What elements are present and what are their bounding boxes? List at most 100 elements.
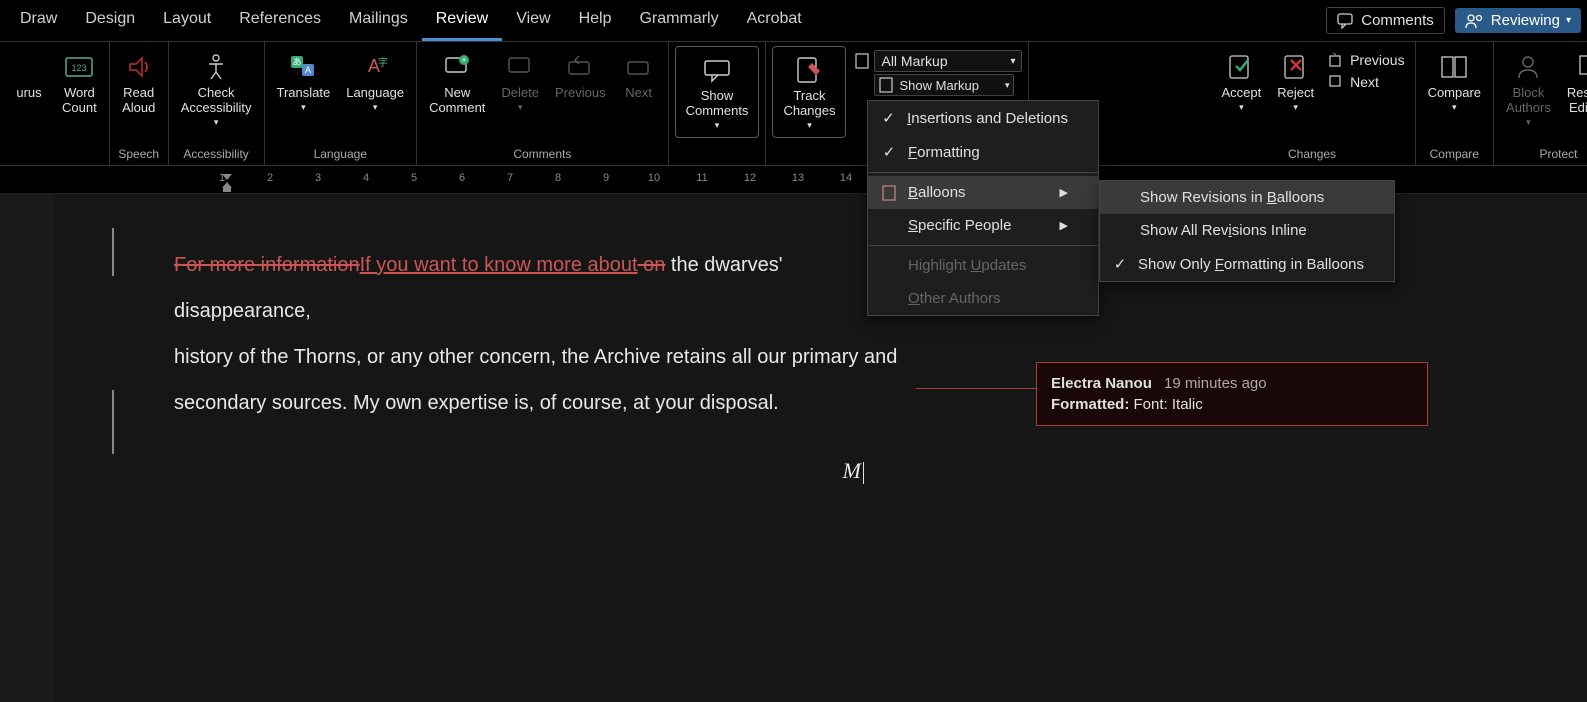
group-label-speech: Speech [116,145,162,163]
chevron-down-icon: ▾ [1293,102,1298,113]
next-change-button[interactable]: Next [1328,74,1404,90]
chevron-down-icon: ▾ [214,117,219,128]
language-button[interactable]: A字 Language ▾ [340,46,410,117]
balloon-label: Formatted: [1051,396,1129,413]
show-comments-button[interactable]: Show Comments ▾ [675,46,760,138]
display-for-review-select[interactable]: All Markup ▾ [874,50,1022,72]
tab-draw[interactable]: Draw [6,0,71,41]
word-count-icon: 123 [62,50,96,84]
reviewing-label: Reviewing [1491,12,1560,29]
menu-item-only-formatting[interactable]: ✓ Show Only Formatting in Balloons [1100,247,1394,281]
svg-text:字: 字 [378,56,388,69]
next-comment-button[interactable]: Next [616,46,662,105]
block-authors-button[interactable]: Block Authors ▾ [1500,46,1557,132]
ribbon: urus 123 Word Count Read Aloud Speech Ch… [0,42,1587,166]
check-accessibility-label: Check Accessibility [181,86,252,116]
check-accessibility-button[interactable]: Check Accessibility ▾ [175,46,258,132]
new-comment-button[interactable]: + New Comment [423,46,491,120]
group-changes: Accept ▾ Reject ▾ Previous Next Changes [1209,42,1415,165]
language-icon: A字 [358,50,392,84]
compare-button[interactable]: Compare ▾ [1422,46,1487,117]
chevron-down-icon: ▾ [1452,102,1457,113]
revision-balloon[interactable]: Electra Nanou 19 minutes ago Formatted: … [1036,362,1428,426]
language-label: Language [346,86,404,101]
tab-view[interactable]: View [502,0,564,41]
reviewing-mode-button[interactable]: Reviewing ▾ [1455,8,1581,33]
group-label [772,145,846,163]
tab-grammarly[interactable]: Grammarly [625,0,732,41]
balloon-detail: Font: Italic [1134,396,1203,413]
comments-button[interactable]: Comments [1326,7,1445,34]
translate-label: Translate [277,86,331,101]
svg-text:A: A [305,65,311,75]
menu-item-revisions-in-balloons[interactable]: Show Revisions in Balloons [1100,181,1394,214]
group-protect: Block Authors ▾ Restrict Editing Protect [1494,42,1587,165]
paragraph[interactable]: secondary sources. My own expertise is, … [174,380,924,426]
accept-button[interactable]: Accept ▾ [1215,46,1267,117]
previous-change-button[interactable]: Previous [1328,52,1404,68]
menu-item-balloons[interactable]: Balloons ▶ [868,176,1098,209]
read-aloud-label: Read Aloud [122,86,155,116]
menu-item-revisions-inline[interactable]: Show All Revisions Inline [1100,214,1394,247]
page-icon [854,52,870,70]
track-changes-button[interactable]: Track Changes ▾ [772,46,846,138]
previous-comment-button[interactable]: Previous [549,46,612,105]
accept-label: Accept [1221,86,1261,101]
chevron-down-icon: ▾ [1566,15,1571,26]
svg-text:123: 123 [72,63,87,73]
svg-text:あ: あ [293,57,302,67]
all-markup-value: All Markup [881,53,947,69]
restrict-editing-button[interactable]: Restrict Editing [1561,46,1587,120]
read-aloud-button[interactable]: Read Aloud [116,46,162,120]
delete-label: Delete [501,86,539,101]
check-icon: ✓ [880,109,897,127]
menu-item-highlight-updates: Highlight Updates [868,249,1098,282]
menu-item-formatting[interactable]: ✓ Formatting [868,135,1098,169]
chevron-right-icon: ▶ [1030,219,1068,232]
previous-comment-icon [563,50,597,84]
tab-help[interactable]: Help [565,0,626,41]
tab-review[interactable]: Review [422,0,502,41]
tab-references[interactable]: References [225,0,335,41]
group-accessibility: Check Accessibility ▾ Accessibility [169,42,265,165]
group-label-language: Language [271,145,411,163]
tab-acrobat[interactable]: Acrobat [733,0,816,41]
comment-bubble-icon [1337,13,1355,29]
paragraph[interactable]: history of the Thorns, or any other conc… [174,334,924,380]
reject-button[interactable]: Reject ▾ [1271,46,1320,117]
group-proofing: urus 123 Word Count [0,42,110,165]
ribbon-tab-bar: Draw Design Layout References Mailings R… [0,0,1587,42]
chevron-down-icon: ▾ [301,102,306,113]
menu-separator [868,245,1098,246]
group-language: あA Translate ▾ A字 Language ▾ Language [265,42,418,165]
menu-item-insertions[interactable]: ✓ Insertions and Deletions [868,101,1098,135]
menu-item-specific-people[interactable]: Specific People ▶ [868,209,1098,242]
translate-button[interactable]: あA Translate ▾ [271,46,337,117]
svg-text:+: + [462,55,467,65]
tab-mailings[interactable]: Mailings [335,0,422,41]
group-comments: + New Comment Delete ▾ Previous Next Com… [417,42,669,165]
group-speech: Read Aloud Speech [110,42,169,165]
tab-layout[interactable]: Layout [149,0,225,41]
check-icon: ✓ [880,143,898,161]
delete-comment-button[interactable]: Delete ▾ [495,46,545,117]
chevron-down-icon: ▾ [715,120,720,131]
signature-text: M [843,458,861,483]
thesaurus-button[interactable]: urus [6,46,52,105]
group-tracking: Track Changes ▾ [766,42,852,165]
show-markup-button[interactable]: Show Markup ▾ [874,74,1014,96]
reject-label: Reject [1277,86,1314,101]
show-comments-icon [700,53,734,87]
chevron-down-icon: ▾ [518,102,523,113]
accept-icon [1224,50,1258,84]
chevron-down-icon: ▾ [1239,102,1244,113]
compare-label: Compare [1428,86,1481,101]
paragraph[interactable]: For more informationIf you want to know … [174,242,924,334]
paragraph[interactable]: M [174,446,924,497]
word-count-button[interactable]: 123 Word Count [56,46,103,120]
translate-icon: あA [286,50,320,84]
thesaurus-label: urus [16,86,41,101]
tab-design[interactable]: Design [71,0,149,41]
new-comment-label: New Comment [429,86,485,116]
track-changes-label: Track Changes [783,89,835,119]
